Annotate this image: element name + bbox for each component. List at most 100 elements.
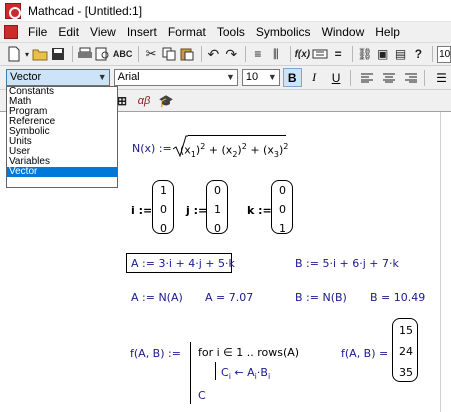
align-icon[interactable]: ≡: [250, 44, 266, 64]
radical-bar: [188, 135, 286, 136]
greek-icon[interactable]: αβ: [134, 91, 154, 111]
chevron-down-icon[interactable]: ▼: [98, 70, 107, 85]
program-line-assign-var: C: [221, 366, 229, 379]
j-vector-cell-2: 1: [214, 203, 221, 216]
font-combo-value: Arial: [117, 71, 140, 83]
window-title: Mathcad - [Untitled:1]: [28, 3, 143, 18]
cut-icon[interactable]: ✂: [143, 44, 159, 64]
program-line-return[interactable]: C: [198, 389, 206, 402]
resource-center-icon[interactable]: ▤: [393, 44, 409, 64]
A-norm-definition[interactable]: A := N(A): [131, 291, 183, 304]
spellcheck-icon[interactable]: ABC: [113, 44, 133, 64]
j-vector-label[interactable]: j :=: [186, 204, 207, 217]
program-line-assign-arrow: ← A: [230, 366, 255, 379]
norm-definition[interactable]: N(x) :=: [132, 142, 172, 155]
i-vector-cell-2: 0: [160, 203, 167, 216]
copy-icon[interactable]: [161, 44, 177, 64]
style-combo[interactable]: Vector ▼: [6, 69, 110, 86]
function-definition-lhs[interactable]: f(A, B) :=: [130, 347, 181, 360]
symbolic-keyword-icon[interactable]: 🎓: [156, 91, 176, 111]
bold-button[interactable]: B: [282, 68, 302, 87]
toolbar-separator: [289, 46, 291, 62]
mathcad-app-icon: [5, 2, 21, 19]
standard-toolbar: ▾ ABC ✂ ↶ ↷ ≡ ⫼ f(x) = ⛓ ▣ ▤ ? 10: [0, 42, 451, 66]
i-vector-label[interactable]: i :=: [131, 204, 152, 217]
align-center-icon[interactable]: [379, 68, 398, 87]
new-dropdown-arrow-icon[interactable]: ▾: [24, 44, 30, 64]
program-line-assign-b: ·B: [256, 366, 268, 379]
component-wizard-icon[interactable]: ▣: [375, 44, 391, 64]
function-evaluation[interactable]: f(A, B) =: [341, 347, 388, 360]
toolbar-separator: [424, 69, 426, 86]
toolbar-separator: [349, 69, 351, 86]
B-norm-result[interactable]: B = 10.49: [370, 291, 425, 304]
result-cell-3: 35: [399, 366, 413, 379]
radicand-term-1: (x: [180, 143, 191, 157]
menu-insert[interactable]: Insert: [122, 22, 163, 42]
i-vector-cell-3: 0: [160, 222, 167, 235]
zoom-combo[interactable]: 10: [437, 45, 451, 63]
insert-function-icon[interactable]: f(x): [294, 44, 311, 64]
chevron-down-icon[interactable]: ▼: [268, 70, 277, 85]
menu-view[interactable]: View: [85, 22, 122, 42]
align-vertical-icon[interactable]: ⫼: [268, 44, 284, 64]
insert-unit-icon[interactable]: [312, 44, 328, 64]
radicand-term-3: (x: [263, 143, 274, 157]
chevron-down-icon[interactable]: ▼: [226, 70, 235, 85]
menu-file[interactable]: File: [23, 22, 53, 42]
font-size-combo-value: 10: [245, 71, 259, 83]
undo-icon[interactable]: ↶: [205, 44, 221, 64]
norm-radicand: (x1)2 + (x2)2 + (x3)2: [180, 142, 288, 159]
underline-button[interactable]: U: [327, 68, 346, 87]
calculate-icon[interactable]: =: [330, 44, 346, 64]
redo-icon[interactable]: ↷: [223, 44, 239, 64]
print-preview-icon[interactable]: [95, 44, 111, 64]
paste-icon[interactable]: [179, 44, 195, 64]
program-line-for[interactable]: for i ∈ 1 .. rows(A): [198, 346, 299, 359]
radicand-term-2: (x: [221, 143, 233, 157]
B-norm-definition[interactable]: B := N(B): [295, 291, 347, 304]
result-cell-2: 24: [399, 345, 413, 358]
j-vector-cell-1: 0: [214, 184, 221, 197]
style-option-vector[interactable]: Vector: [7, 167, 117, 177]
insert-hyperlink-icon[interactable]: ⛓: [357, 44, 373, 64]
italic-button[interactable]: I: [305, 68, 324, 87]
align-right-icon[interactable]: [401, 68, 420, 87]
k-vector-cell-1: 0: [279, 184, 286, 197]
toolbar-separator: [72, 46, 73, 62]
result-cell-1: 15: [399, 324, 413, 337]
i-vector-cell-1: 1: [160, 184, 167, 197]
A-definition[interactable]: A := 3·i + 4·j + 5·k: [131, 257, 235, 270]
program-line-assign[interactable]: Ci ← Ai·Bi: [221, 366, 270, 381]
print-icon[interactable]: [77, 44, 93, 64]
bullets-icon[interactable]: ☰: [432, 68, 451, 87]
open-icon[interactable]: [32, 44, 48, 64]
radicand-sup-3: 2: [283, 142, 289, 151]
help-icon[interactable]: ?: [410, 44, 426, 64]
toolbar-separator: [138, 46, 140, 62]
menu-window[interactable]: Window: [317, 22, 371, 42]
document-control-icon[interactable]: [4, 25, 18, 39]
radicand-plus-1: +: [208, 143, 219, 157]
menu-help[interactable]: Help: [370, 22, 406, 42]
k-vector-cell-3: 1: [279, 222, 286, 235]
program-line-assign-sub-b: i: [267, 372, 271, 382]
menu-format[interactable]: Format: [163, 22, 212, 42]
save-icon[interactable]: [50, 44, 66, 64]
menu-edit[interactable]: Edit: [53, 22, 85, 42]
font-size-combo[interactable]: 10 ▼: [241, 69, 280, 86]
k-vector-label[interactable]: k :=: [247, 204, 272, 217]
menu-symbolics[interactable]: Symbolics: [251, 22, 317, 42]
A-norm-result[interactable]: A = 7.07: [205, 291, 253, 304]
menu-tools[interactable]: Tools: [212, 22, 251, 42]
toolbar-separator: [200, 46, 202, 62]
font-combo[interactable]: Arial ▼: [113, 69, 238, 86]
menu-bar: File Edit View Insert Format Tools Symbo…: [0, 22, 451, 42]
B-definition[interactable]: B := 5·i + 6·j + 7·k: [295, 257, 399, 270]
new-document-icon[interactable]: [6, 44, 22, 64]
program-bar: [190, 342, 191, 404]
align-left-icon[interactable]: [357, 68, 376, 87]
style-dropdown-list[interactable]: Constants Math Program Reference Symboli…: [6, 86, 118, 188]
style-combo-value: Vector: [10, 71, 42, 83]
toolbar-separator: [352, 46, 353, 62]
